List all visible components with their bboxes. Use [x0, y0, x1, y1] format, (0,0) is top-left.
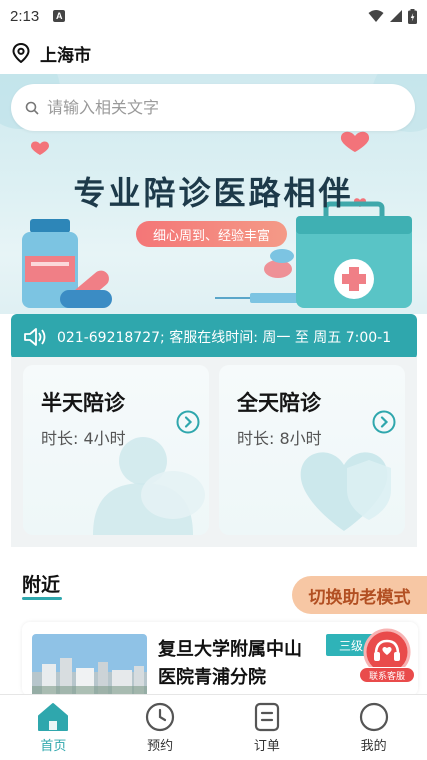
customer-service-button[interactable]: 联系客服	[357, 626, 417, 688]
tab-appointment[interactable]: 预约	[107, 695, 214, 760]
hospital-photo-image	[32, 634, 147, 696]
location-pin-icon	[12, 43, 30, 63]
service-title: 全天陪诊	[237, 391, 321, 415]
home-icon	[38, 703, 69, 731]
chevron-right-circle-icon[interactable]	[372, 410, 396, 434]
profile-icon	[359, 702, 388, 732]
service-duration: 时长: 8小时	[237, 429, 322, 448]
order-icon	[254, 702, 279, 732]
banner-subtitle: 细心周到、经验丰富	[136, 221, 287, 247]
hero-banner[interactable]: 专业陪诊医路相伴 细心周到、经验丰富	[0, 74, 427, 314]
search-box[interactable]	[11, 84, 415, 131]
notice-text: 021-69218727; 客服在线时间: 周一 至 周五 7:00-1	[57, 330, 392, 346]
tab-home[interactable]: 首页	[0, 695, 107, 760]
notification-badge: A	[53, 10, 66, 22]
battery-icon	[408, 8, 417, 24]
banner-title: 专业陪诊医路相伴	[73, 174, 354, 212]
tab-label: 订单	[253, 739, 280, 754]
clock-icon	[146, 702, 175, 732]
customer-service-label: 联系客服	[359, 667, 415, 683]
nearby-section-title: 附近	[22, 574, 61, 596]
tab-profile[interactable]: 我的	[320, 695, 427, 760]
section-title-underline	[22, 597, 62, 600]
service-title: 半天陪诊	[41, 391, 125, 415]
hospital-name: 复旦大学附属中山医院青浦分院	[158, 639, 302, 688]
tab-label: 我的	[360, 739, 387, 754]
bottom-tab-bar: 首页 预约 订单 我的	[0, 694, 427, 760]
tab-label: 首页	[40, 739, 67, 754]
status-icons	[368, 8, 417, 24]
service-duration: 时长: 4小时	[41, 429, 126, 448]
notice-bar[interactable]: 021-69218727; 客服在线时间: 周一 至 周五 7:00-1	[11, 314, 417, 360]
elderly-mode-button[interactable]: 切换助老模式	[292, 576, 427, 614]
city-label: 上海市	[40, 45, 91, 66]
search-icon	[25, 101, 39, 115]
location-bar[interactable]: 上海市	[0, 32, 427, 74]
tab-orders[interactable]: 订单	[214, 695, 321, 760]
services-panel: 半天陪诊 时长: 4小时 全天陪诊 时长: 8小时	[11, 357, 417, 547]
status-time: 2:13	[10, 7, 40, 25]
wifi-icon	[368, 10, 384, 22]
speaker-icon	[24, 328, 46, 346]
search-input[interactable]	[47, 98, 377, 117]
cellular-signal-icon	[390, 10, 402, 22]
half-day-service-card[interactable]: 半天陪诊 时长: 4小时	[23, 365, 209, 535]
chevron-right-circle-icon[interactable]	[176, 410, 200, 434]
full-day-service-card[interactable]: 全天陪诊 时长: 8小时	[219, 365, 405, 535]
tab-label: 预约	[147, 739, 174, 754]
hospital-photo	[32, 634, 147, 696]
status-bar: 2:13 A	[0, 0, 427, 32]
